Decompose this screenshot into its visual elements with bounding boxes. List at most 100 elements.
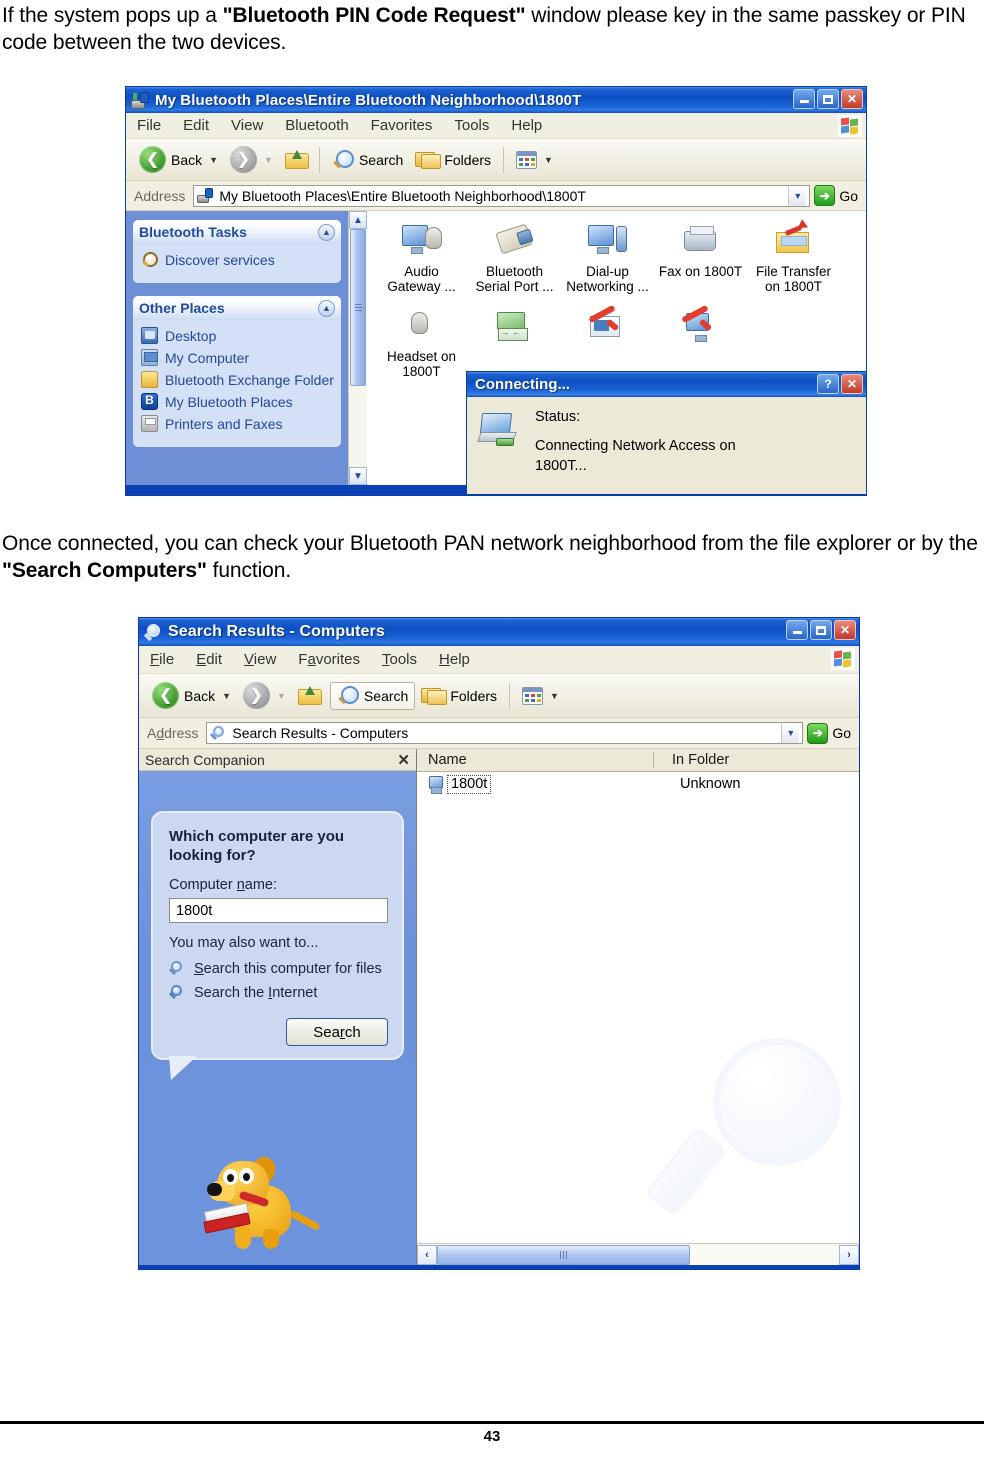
taskpane-header[interactable]: Bluetooth Tasks ▲ (133, 220, 341, 244)
maximize-button[interactable] (817, 89, 839, 109)
device-item-fax[interactable]: Fax on 1800T (654, 217, 747, 294)
device-item-audio-gateway[interactable]: Audio Gateway ... (375, 217, 468, 294)
folders-button[interactable]: Folders (409, 147, 497, 172)
scroll-track[interactable] (349, 229, 367, 467)
hscroll-thumb[interactable] (437, 1244, 691, 1265)
taskpane-item-printers-and-faxes[interactable]: Printers and Faxes (141, 415, 335, 432)
device-item-bluetooth-serial-port[interactable]: Bluetooth Serial Port ... (468, 217, 561, 294)
taskpane-item-my-computer[interactable]: My Computer (141, 349, 335, 366)
results-header-row[interactable]: Name In Folder (417, 749, 859, 772)
maximize-button[interactable] (810, 620, 832, 640)
views-button[interactable]: ▼ (510, 148, 559, 172)
connecting-dialog[interactable]: Connecting... ? ✕ Status: Connecting Net… (466, 371, 867, 495)
search-companion-title: Search Companion (145, 751, 265, 768)
menu-tools[interactable]: Tools (443, 117, 500, 134)
menu-edit[interactable]: Edit (185, 651, 233, 668)
connecting-dialog-titlebar[interactable]: Connecting... ? ✕ (467, 372, 866, 397)
search-submit-button[interactable]: Sea r ch (286, 1018, 388, 1046)
menu-bluetooth[interactable]: Bluetooth (274, 117, 359, 134)
menu-favorites[interactable]: Favorites (287, 651, 371, 668)
back-dropdown-caret-icon[interactable]: ▼ (222, 691, 231, 701)
scroll-right-button[interactable]: › (839, 1244, 859, 1265)
menu-file[interactable]: FFileile (139, 651, 185, 668)
up-button[interactable] (279, 147, 313, 172)
views-dropdown-caret-icon[interactable]: ▼ (544, 155, 553, 165)
menu-view[interactable]: View (233, 651, 287, 668)
menu-help[interactable]: Help (500, 117, 553, 134)
device-item-dialup-networking[interactable]: Dial-up Networking ... (561, 217, 654, 294)
column-header-in-folder[interactable]: In Folder (653, 752, 859, 768)
address-input[interactable]: Search Results - Computers ▼ (206, 722, 804, 744)
taskpane-scrollbar[interactable]: ▲ ▼ (348, 211, 367, 485)
dog-mascot-icon[interactable] (203, 1147, 323, 1259)
back-button[interactable]: ❮ Back ▼ (133, 143, 224, 176)
scroll-left-button[interactable]: ‹ (417, 1244, 437, 1265)
search-button[interactable]: Search (329, 681, 416, 710)
views-dropdown-caret-icon[interactable]: ▼ (550, 691, 559, 701)
device-item-network-access[interactable] (468, 302, 561, 379)
hscroll-track[interactable] (437, 1244, 839, 1265)
back-dropdown-caret-icon[interactable]: ▼ (209, 155, 218, 165)
column-header-name[interactable]: Name (417, 752, 653, 768)
device-item-file-transfer[interactable]: File Transfer on 1800T (747, 217, 840, 294)
results-list[interactable]: 1800t Unknown (417, 772, 859, 1243)
window2-menubar[interactable]: FFileile Edit View Favorites Tools Help (139, 646, 859, 674)
search-button[interactable]: Search (326, 147, 409, 173)
folders-button[interactable]: Folders (415, 683, 503, 708)
window2-controls[interactable]: ✕ (786, 620, 856, 640)
go-button[interactable]: ➔ Go (807, 722, 855, 744)
views-button[interactable]: ▼ (516, 684, 565, 708)
device-item-headset[interactable]: Headset on 1800T (375, 302, 468, 379)
taskpane-item-desktop[interactable]: Desktop (141, 327, 335, 344)
device-item-pim-synchronization[interactable] (654, 302, 747, 379)
taskpane-header-2[interactable]: Other Places ▲ (133, 296, 341, 320)
window1-menubar[interactable]: File Edit View Bluetooth Favorites Tools… (126, 113, 866, 139)
window1-controls[interactable]: ✕ (793, 89, 863, 109)
search-results-window[interactable]: Search Results - Computers ✕ FFileile Ed… (138, 617, 860, 1270)
minimize-button[interactable] (786, 620, 808, 640)
close-button[interactable]: ✕ (841, 374, 863, 394)
close-button[interactable]: ✕ (834, 620, 856, 640)
link-search-the-internet[interactable]: Search the Internet (168, 984, 388, 1002)
connecting-dialog-controls[interactable]: ? ✕ (817, 374, 863, 394)
forward-button[interactable]: ❯ ▼ (224, 143, 279, 176)
address-dropdown-caret-icon[interactable]: ▼ (781, 723, 800, 743)
taskpane-item-bluetooth-exchange-folder[interactable]: Bluetooth Exchange Folder (141, 371, 335, 388)
menu-favorites[interactable]: Favorites (360, 117, 444, 134)
device-item-pim-item-transfer[interactable] (561, 302, 654, 379)
forward-button[interactable]: ❯ ▼ (237, 679, 292, 712)
window1-titlebar[interactable]: My Bluetooth Places\Entire Bluetooth Nei… (126, 87, 866, 113)
taskpane-item-my-bluetooth-places[interactable]: My Bluetooth Places (141, 393, 335, 410)
close-icon[interactable]: ✕ (397, 751, 410, 769)
results-pane[interactable]: Name In Folder 1800t Unknown ‹ › (416, 749, 859, 1265)
window1-addressbar[interactable]: Address My Bluetooth Places\Entire Bluet… (126, 181, 866, 211)
close-button[interactable]: ✕ (841, 89, 863, 109)
help-button[interactable]: ? (817, 374, 839, 394)
window1-toolbar[interactable]: ❮ Back ▼ ❯ ▼ Search Folders ▼ (126, 139, 866, 181)
taskpane-item-discover-services[interactable]: Discover services (141, 251, 335, 268)
scroll-up-button[interactable]: ▲ (349, 211, 367, 229)
menu-edit[interactable]: Edit (172, 117, 220, 134)
computer-name-input[interactable]: 1800t (169, 898, 388, 923)
menu-help[interactable]: Help (428, 651, 481, 668)
address-input[interactable]: My Bluetooth Places\Entire Bluetooth Nei… (193, 184, 811, 207)
go-button[interactable]: ➔ Go (814, 185, 862, 206)
scroll-down-button[interactable]: ▼ (349, 467, 367, 485)
address-dropdown-caret-icon[interactable]: ▼ (788, 185, 807, 206)
chevron-up-icon[interactable]: ▲ (318, 223, 335, 241)
up-button[interactable] (292, 683, 326, 708)
scroll-thumb[interactable] (350, 229, 366, 387)
folders-icon (415, 150, 442, 169)
results-hscrollbar[interactable]: ‹ › (417, 1243, 859, 1265)
chevron-up-icon-2[interactable]: ▲ (318, 299, 335, 317)
window2-toolbar[interactable]: ❮ Back ▼ ❯ ▼ Search Folders ▼ (139, 674, 859, 718)
menu-file[interactable]: File (126, 117, 172, 134)
back-button[interactable]: ❮ Back ▼ (146, 679, 237, 712)
link-search-this-computer[interactable]: Search this computer for files (168, 960, 388, 978)
window2-titlebar[interactable]: Search Results - Computers ✕ (139, 618, 859, 646)
table-row[interactable]: 1800t Unknown (417, 772, 859, 796)
menu-view[interactable]: View (220, 117, 274, 134)
minimize-button[interactable] (793, 89, 815, 109)
menu-tools[interactable]: Tools (371, 651, 428, 668)
window2-addressbar[interactable]: Address Search Results - Computers ▼ ➔ G… (139, 718, 859, 749)
